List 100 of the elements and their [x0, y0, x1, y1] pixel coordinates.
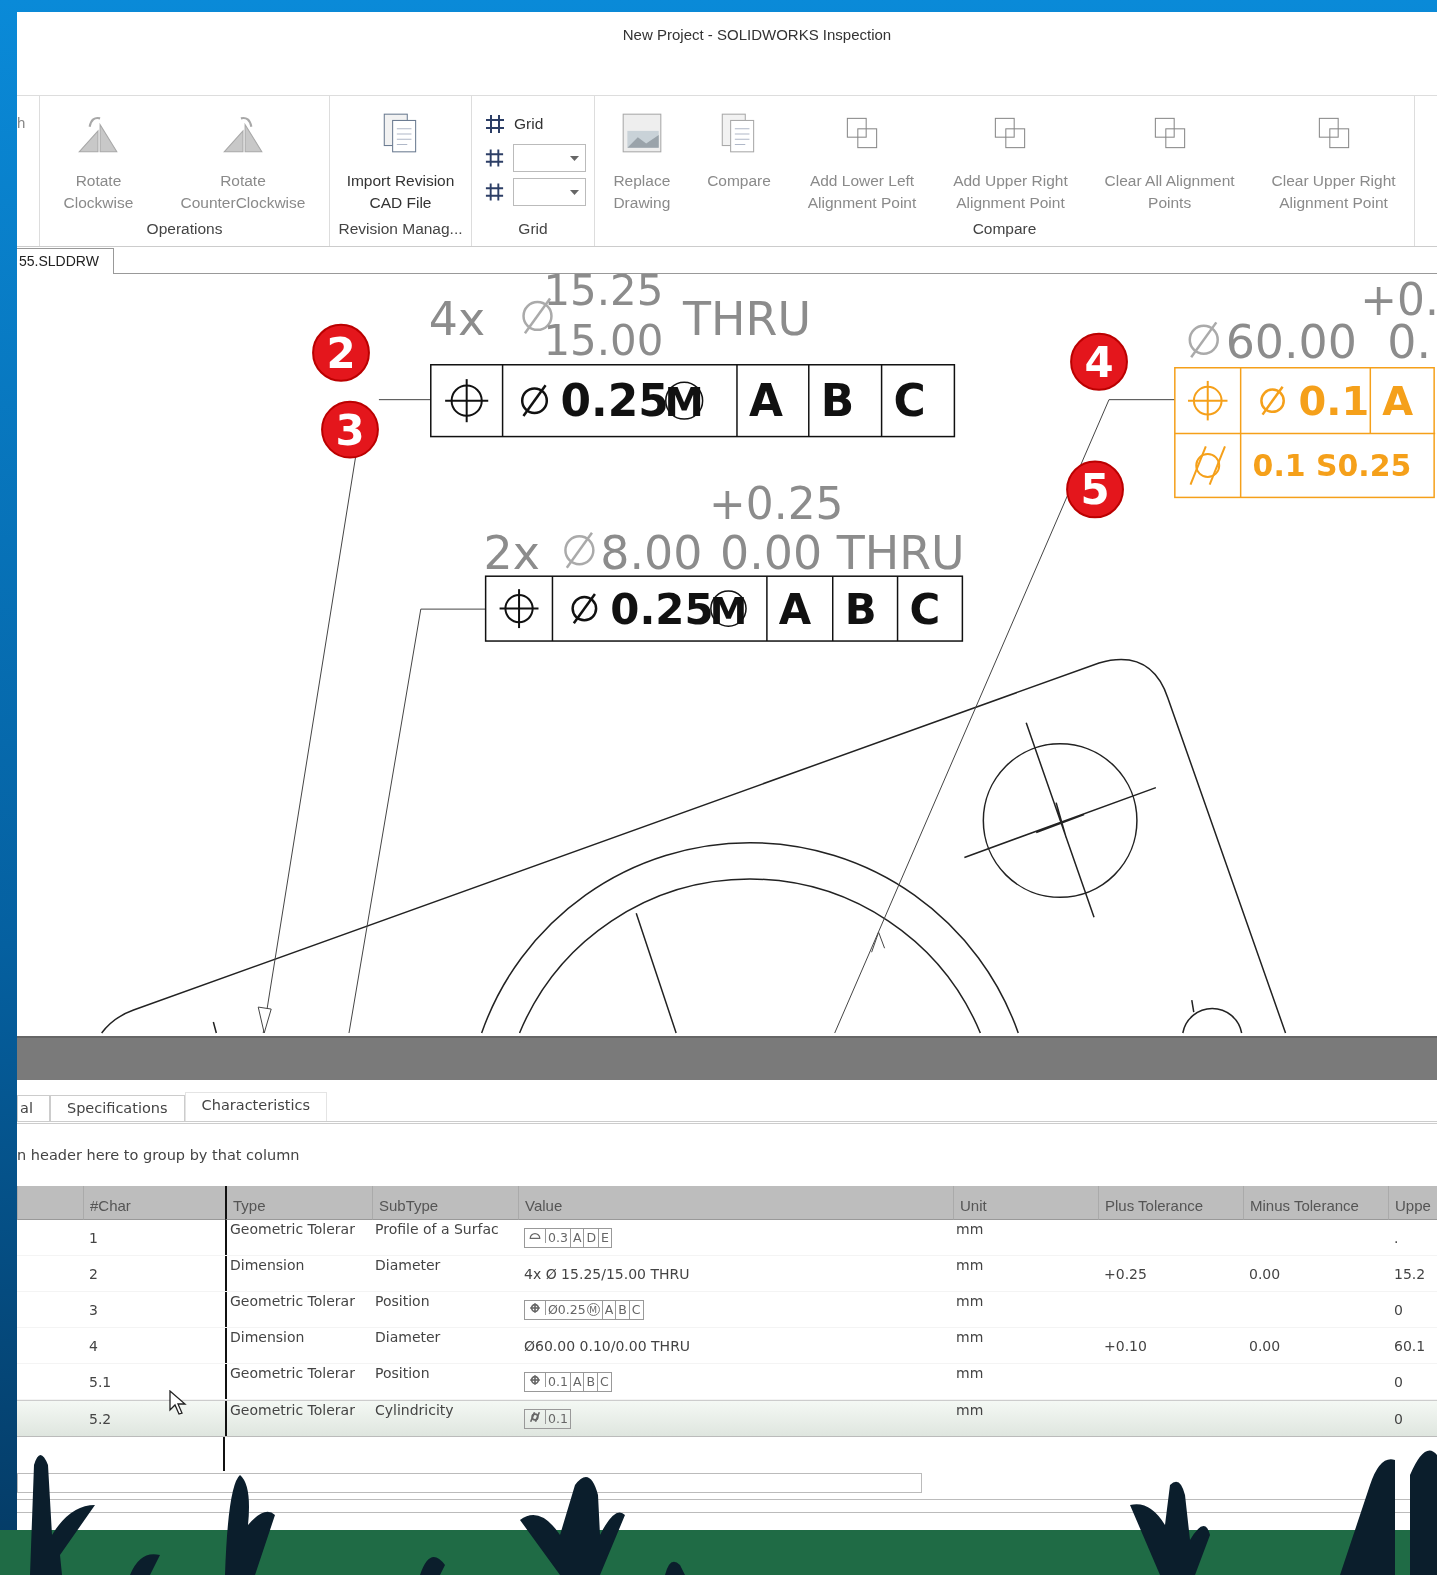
group-label: Compare — [972, 220, 1037, 237]
document-tab[interactable]: 55.SLDDRW — [17, 248, 114, 274]
caret-icon — [570, 155, 579, 161]
frame-value: A — [748, 375, 783, 427]
table-cell: 0 — [1394, 1410, 1403, 1427]
frame-value: 0.25 — [610, 584, 714, 634]
balloon: 2 — [312, 323, 370, 382]
window-title: New Project - SOLIDWORKS Inspection — [622, 26, 892, 45]
table-cell: 5.1 — [89, 1373, 112, 1390]
panel-tab[interactable]: Characteristics — [184, 1092, 327, 1121]
column-header[interactable]: Type — [225, 1186, 372, 1220]
table-cell: Geometric Tolerar — [230, 1402, 355, 1418]
table-cell: 0.00 — [1249, 1337, 1281, 1354]
value-text: 4x Ø 15.25/15.00 THRU — [524, 1265, 690, 1282]
table-row[interactable]: 1 Geometric Tolerar Profile of a Surfac 0.3 A D E mm . — [17, 1220, 1437, 1256]
grid-icon — [484, 147, 505, 169]
table-cell: 2 — [89, 1265, 98, 1282]
table-cell: +0.10 — [1104, 1337, 1147, 1354]
table-cell: 4 — [89, 1337, 98, 1354]
cylindricity-icon — [1189, 445, 1226, 486]
table-cell: 0 — [1394, 1373, 1403, 1390]
dimension-text: 60.00 — [1225, 314, 1357, 369]
position-icon — [1187, 379, 1229, 422]
table-cell: mm — [956, 1293, 984, 1309]
table-cell: +0.25 — [1104, 1265, 1147, 1282]
dimension-text: 15.25 — [543, 274, 664, 315]
dimension-text: 2x — [483, 526, 540, 581]
table-cell: Diameter — [375, 1329, 441, 1345]
column-header[interactable]: Minus Tolerance — [1243, 1186, 1388, 1220]
dropdown[interactable] — [513, 144, 586, 172]
column-header[interactable]: Unit — [953, 1186, 1098, 1220]
ribbon-label: h — [17, 114, 26, 131]
tolerance-frame: 0.1 A B C — [524, 1371, 612, 1392]
table-cell: Profile of a Surfac — [375, 1221, 499, 1237]
cursor-icon — [169, 1390, 187, 1416]
table-cell: Geometric Tolerar — [230, 1293, 355, 1309]
grid-icon — [484, 113, 506, 135]
horizontal-scrollbar[interactable] — [17, 1473, 922, 1493]
group-label: Operations — [146, 220, 223, 237]
column-header[interactable]: Plus Tolerance — [1098, 1186, 1243, 1220]
balloon: 4 — [1070, 332, 1128, 391]
table-cell: 3 — [89, 1301, 98, 1318]
position-icon — [529, 1301, 541, 1314]
dimension-text: THRU — [683, 291, 812, 346]
table-cell: 1 — [89, 1229, 98, 1246]
dimension-text: 4x — [428, 291, 486, 346]
cylindricity-icon — [529, 1410, 541, 1423]
diameter-icon — [564, 532, 595, 569]
table-cell: mm — [956, 1365, 984, 1381]
dimension-text: 15.00 — [543, 315, 664, 365]
table-cell: 15.2 — [1394, 1265, 1426, 1282]
leader-line — [378, 399, 432, 401]
column-header[interactable]: Value — [518, 1186, 953, 1220]
panel-tab[interactable]: Specifications — [49, 1095, 185, 1121]
table-row[interactable]: 4 Dimension Diameter Ø60.00 0.10/0.00 THRU mm +0.10 0.00 60.1 — [17, 1328, 1437, 1364]
table-cell: Position — [375, 1365, 430, 1381]
table-cell: . — [1394, 1229, 1399, 1246]
profile-icon — [529, 1232, 541, 1239]
table-cell: 0 — [1394, 1301, 1403, 1318]
splitter-bar[interactable] — [17, 1038, 1437, 1080]
frame-value: 0.1 — [1298, 378, 1370, 425]
grid-icon — [484, 181, 505, 203]
table-row[interactable]: 3 Geometric Tolerar Position Ø0.25 M A B C mm 0 — [17, 1292, 1437, 1328]
balloon: 5 — [1066, 460, 1124, 519]
dimension-text: 8.00 — [600, 526, 703, 581]
table-cell: Cylindricity — [375, 1402, 454, 1418]
table-cell: Geometric Tolerar — [230, 1221, 355, 1237]
tolerance-frame: Ø0.25 M A B C — [524, 1299, 644, 1320]
diameter-icon — [1188, 321, 1219, 358]
grid-toggle[interactable]: Grid — [514, 115, 544, 133]
table-cell: mm — [956, 1257, 984, 1273]
table-cell: mm — [956, 1329, 984, 1345]
frame-value: A — [1382, 378, 1414, 425]
group-by-hint: n header here to group by that column — [17, 1147, 300, 1163]
table-row[interactable]: 2 Dimension Diameter 4x Ø 15.25/15.00 THRU mm +0.25 0.00 15.2 — [17, 1256, 1437, 1292]
frame-value: A — [778, 584, 812, 634]
table-row[interactable]: 5.2 Geometric Tolerar Cylindricity 0.1 mm 0 — [17, 1400, 1437, 1437]
column-header[interactable]: SubType — [372, 1186, 518, 1220]
panel-tab[interactable]: al — [17, 1095, 50, 1121]
position-icon — [444, 378, 490, 424]
value-text: Ø60.00 0.10/0.00 THRU — [524, 1337, 691, 1354]
column-header[interactable]: #Char — [83, 1186, 225, 1220]
dropdown[interactable] — [513, 178, 586, 206]
position-icon — [529, 1373, 541, 1386]
frame-value: C — [893, 375, 926, 427]
header-corner — [17, 1186, 83, 1220]
ribbon-button[interactable]: Import Revision CAD File — [342, 110, 459, 220]
table-cell: Dimension — [230, 1257, 305, 1273]
frame-value: 0.25 — [560, 375, 669, 427]
column-header[interactable]: Uppe — [1388, 1186, 1437, 1220]
frame-value: B — [844, 584, 877, 634]
table-cell: Dimension — [230, 1329, 305, 1345]
tolerance-frame: 0.3 A D E — [524, 1227, 612, 1248]
frame-value: C — [909, 584, 941, 634]
caret-icon — [570, 189, 579, 195]
frame-value: B — [820, 375, 855, 427]
group-label: Grid — [518, 220, 548, 237]
table-cell: 5.2 — [89, 1410, 112, 1427]
table-cell: 60.1 — [1394, 1337, 1426, 1354]
frame-value: 0.1 S0.25 — [1252, 448, 1412, 484]
